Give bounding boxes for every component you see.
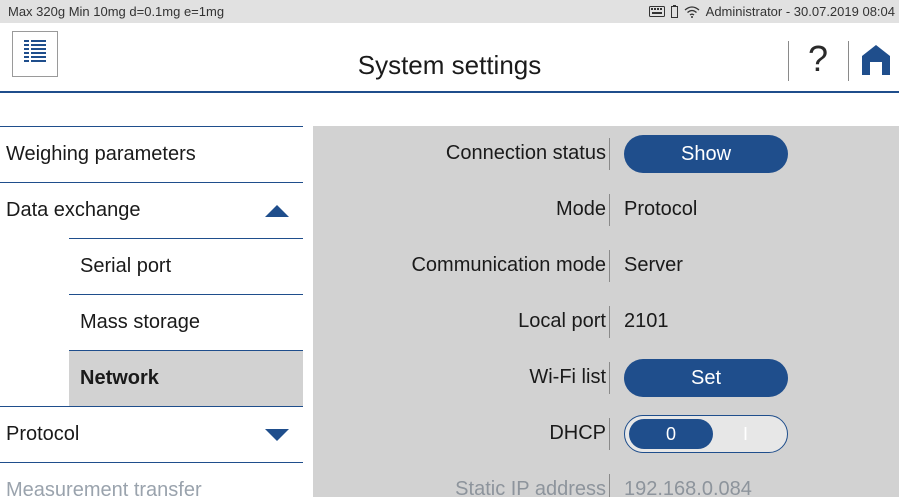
setting-value: 2101 <box>624 310 669 332</box>
setting-row-local-port[interactable]: Local port 2101 <box>313 294 899 350</box>
header-separator <box>848 41 849 81</box>
toggle-off-label: 0 <box>629 419 713 449</box>
setting-row-mode[interactable]: Mode Protocol <box>313 182 899 238</box>
nav-item-label: Network <box>80 367 159 389</box>
row-separator <box>609 250 610 282</box>
wifi-icon <box>684 5 700 18</box>
setting-label: Local port <box>518 310 606 332</box>
nav-item-data-exchange[interactable]: Data exchange <box>0 182 303 238</box>
row-separator <box>609 194 610 226</box>
setting-row-connection-status: Connection status Show <box>313 126 899 182</box>
setting-label: Static IP address <box>455 478 606 497</box>
row-separator <box>609 362 610 394</box>
setting-label: Communication mode <box>411 254 606 276</box>
nav-item-serial-port[interactable]: Serial port <box>69 238 303 294</box>
nav-item-network[interactable]: Network <box>69 350 303 406</box>
nav-item-label: Data exchange <box>6 199 141 221</box>
row-separator <box>609 418 610 450</box>
setting-row-static-ip[interactable]: Static IP address 192.168.0.084 <box>313 462 899 497</box>
setting-label: Connection status <box>445 142 606 164</box>
collapse-arrow-icon <box>265 205 289 217</box>
keyboard-icon <box>648 6 665 17</box>
nav-item-label: Protocol <box>6 423 80 445</box>
nav-item-weighing-parameters[interactable]: Weighing parameters <box>0 126 303 182</box>
help-button[interactable]: ? <box>800 37 836 81</box>
battery-icon <box>670 5 678 18</box>
page-title: System settings <box>357 50 542 80</box>
nav-item-protocol[interactable]: Protocol <box>0 406 303 462</box>
row-separator <box>609 138 610 170</box>
dhcp-toggle[interactable]: 0 I <box>624 415 788 453</box>
set-button[interactable]: Set <box>624 359 788 397</box>
nav-item-measurement-transfer[interactable]: Measurement transfer <box>0 462 303 497</box>
row-separator <box>609 474 610 497</box>
setting-value: 192.168.0.084 <box>624 478 752 497</box>
row-separator <box>609 306 610 338</box>
setting-row-dhcp: DHCP 0 I <box>313 406 899 462</box>
setting-row-wifi-list: Wi-Fi list Set <box>313 350 899 406</box>
user-datetime: Administrator - 30.07.2019 08:04 <box>705 4 895 19</box>
nav-item-label: Mass storage <box>80 311 201 333</box>
nav-item-label: Weighing parameters <box>6 143 196 165</box>
nav-item-label: Measurement transfer <box>6 479 202 497</box>
show-button[interactable]: Show <box>624 135 788 173</box>
setting-label: Mode <box>555 198 606 220</box>
setting-value: Server <box>624 254 683 276</box>
status-bar: Max 320g Min 10mg d=0.1mg e=1mg Administ… <box>0 0 899 23</box>
setting-row-communication-mode[interactable]: Communication mode Server <box>313 238 899 294</box>
home-icon <box>862 44 890 80</box>
settings-panel: Connection status Show Mode Protocol Com… <box>313 126 899 497</box>
header-separator <box>788 41 789 81</box>
toggle-on-label: I <box>743 424 749 444</box>
setting-label: Wi-Fi list <box>529 366 606 388</box>
nav-item-mass-storage[interactable]: Mass storage <box>69 294 303 350</box>
expand-arrow-icon <box>265 429 289 441</box>
balance-specs: Max 320g Min 10mg d=0.1mg e=1mg <box>8 4 225 19</box>
home-button[interactable] <box>859 44 893 80</box>
nav-item-label: Serial port <box>80 255 172 277</box>
setting-label: DHCP <box>549 422 606 444</box>
setting-value: Protocol <box>624 198 698 220</box>
status-right: Administrator - 30.07.2019 08:04 <box>648 4 895 19</box>
header: System settings ? <box>0 23 899 93</box>
help-icon: ? <box>807 38 829 79</box>
header-divider <box>12 91 899 93</box>
